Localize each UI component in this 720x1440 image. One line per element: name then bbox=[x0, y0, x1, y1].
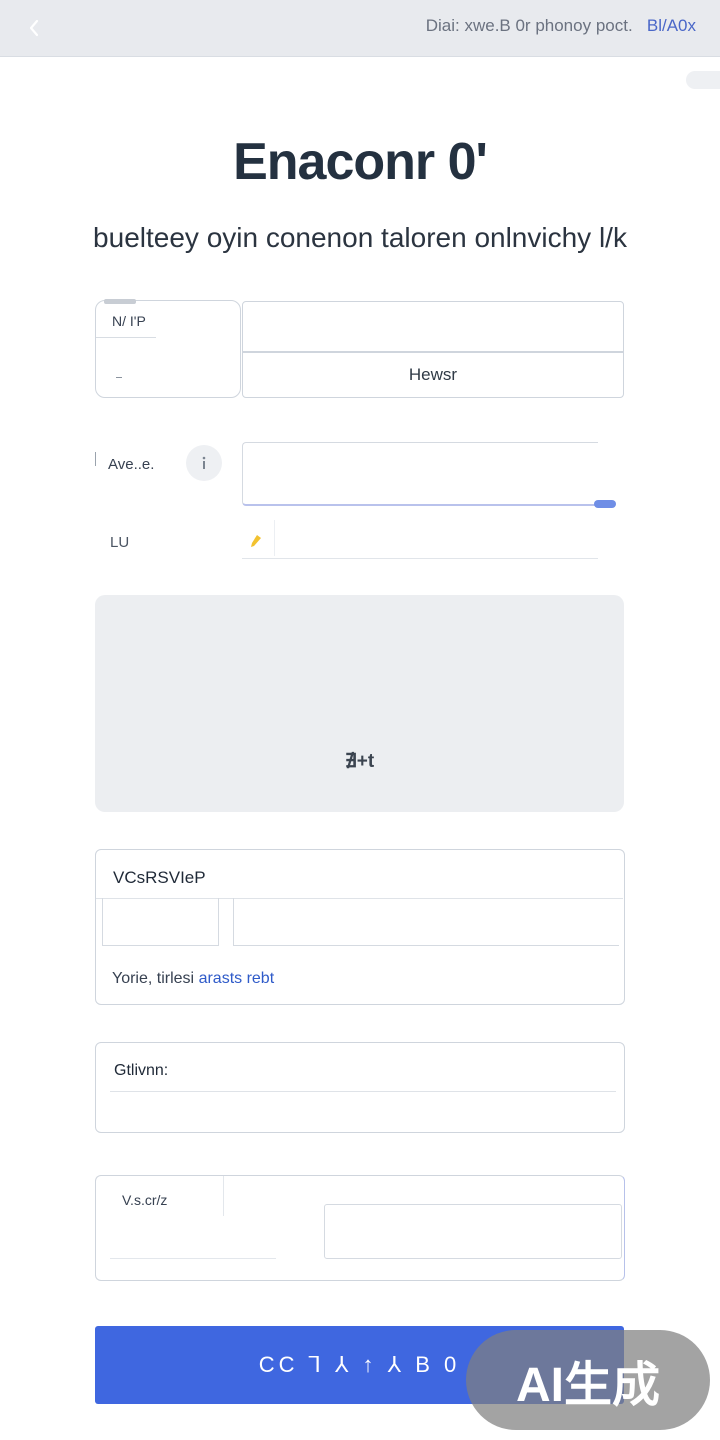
code-prefix-input[interactable] bbox=[102, 898, 219, 946]
pencil-icon[interactable] bbox=[250, 534, 262, 548]
info-icon[interactable] bbox=[186, 445, 222, 481]
value-input[interactable] bbox=[324, 1204, 622, 1259]
page-subtitle: buelteey oyin conenon taloren onlnvichy … bbox=[93, 222, 627, 253]
hint-text: Yorie, tirlesi bbox=[112, 970, 195, 987]
ai-watermark: AI生成 bbox=[466, 1330, 710, 1430]
row3-input[interactable] bbox=[242, 520, 598, 559]
upload-area[interactable]: ∄+t bbox=[95, 595, 624, 812]
card-divider bbox=[110, 1091, 616, 1092]
header-status-text: Diai: xwe.B 0r phonoy poct. bbox=[425, 16, 633, 35]
hint-link[interactable]: arasts rebt bbox=[199, 970, 275, 987]
comment-title: Gtlivnn: bbox=[114, 1062, 169, 1079]
select-button-label: Hewsr bbox=[408, 365, 458, 384]
back-button[interactable] bbox=[18, 12, 50, 44]
verification-title: VCsRSVIeP bbox=[113, 868, 206, 887]
header-status: Diai: xwe.B 0r phonoy poct. Bl/A0x bbox=[426, 16, 696, 36]
scroll-indicator bbox=[686, 71, 720, 89]
submit-label: CC ⅂ ⅄ ↑ ⅄ B 0 bbox=[258, 1352, 461, 1377]
row2-marker bbox=[95, 452, 100, 466]
chevron-left-icon bbox=[29, 19, 39, 37]
upload-label: ∄+t bbox=[344, 751, 375, 772]
field-dash bbox=[116, 377, 122, 378]
top-bar: Diai: xwe.B 0r phonoy poct. Bl/A0x bbox=[0, 0, 720, 57]
row2-input[interactable] bbox=[242, 442, 598, 506]
field-tab bbox=[104, 299, 136, 304]
card-divider bbox=[223, 1176, 224, 1216]
verification-hint: Yorie, tirlesi arasts rebt bbox=[112, 970, 274, 988]
comment-card[interactable]: Gtlivnn: bbox=[95, 1042, 625, 1133]
value-card: V.s.cr/z bbox=[95, 1175, 625, 1281]
id-field[interactable]: N/ I'P bbox=[95, 299, 241, 398]
card-underline bbox=[110, 1258, 276, 1259]
info-glyph-icon bbox=[202, 456, 206, 469]
id-field-label: N/ I'P bbox=[112, 313, 146, 329]
row3-label: LU bbox=[110, 534, 130, 551]
page-title: Enaconr 0' bbox=[233, 133, 488, 191]
value-title: V.s.cr/z bbox=[122, 1192, 168, 1208]
select-button[interactable]: Hewsr bbox=[242, 352, 624, 398]
verification-card: VCsRSVIeP Yorie, tirlesi arasts rebt bbox=[95, 849, 625, 1005]
row3-input-edge bbox=[274, 520, 275, 556]
watermark-text: AI生成 bbox=[515, 1359, 660, 1412]
code-input[interactable] bbox=[233, 898, 619, 946]
field-divider bbox=[96, 337, 156, 338]
header-right-text: Bl/A0x bbox=[646, 16, 696, 35]
input-focus-handle[interactable] bbox=[594, 500, 616, 508]
name-input[interactable] bbox=[242, 301, 624, 352]
row2-label: Ave..e. bbox=[108, 456, 155, 473]
